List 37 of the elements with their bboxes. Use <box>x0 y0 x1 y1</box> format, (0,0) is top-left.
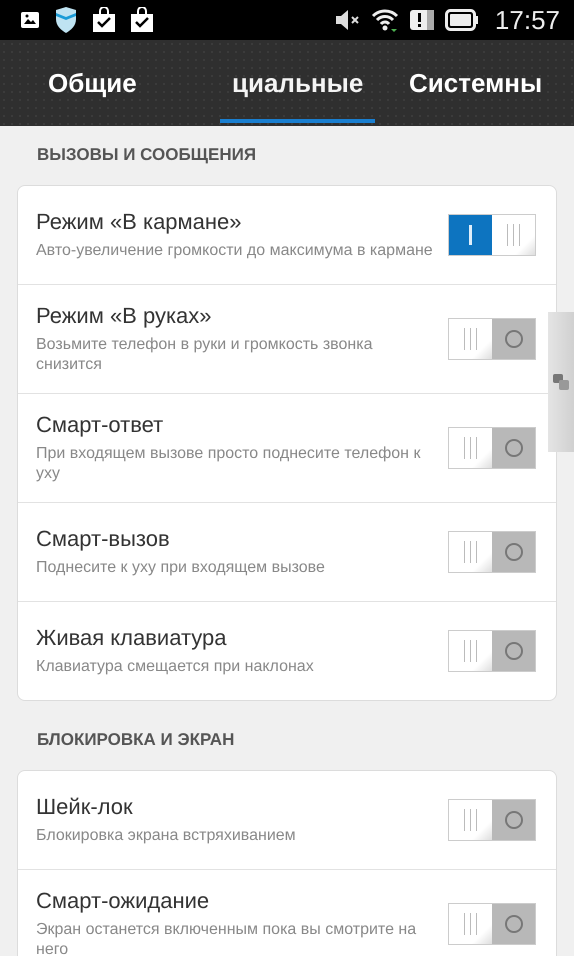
setting-title: Смарт-ответ <box>36 412 164 438</box>
setting-title: Режим «В кармане» <box>36 209 243 235</box>
shield-icon <box>54 7 78 33</box>
setting-description: Авто-увеличение громкости до максимума в кармане <box>36 241 434 261</box>
tab[interactable]: Системны <box>409 68 542 123</box>
setting-title: Режим «В руках» <box>36 303 213 329</box>
mute-icon <box>334 9 361 31</box>
shopping-bag-icon <box>130 7 154 33</box>
battery-icon <box>444 9 479 31</box>
toggle-switch[interactable] <box>448 318 536 360</box>
setting-description: Возьмите телефон в руки и громкость звонка снизится <box>36 335 374 375</box>
section-header: БЛОКИРОВКА И ЭКРАН <box>36 729 236 751</box>
setting-title: Шейк-лок <box>36 794 134 820</box>
image-icon <box>20 11 40 29</box>
toggle-switch[interactable] <box>448 799 536 841</box>
toggle-switch[interactable] <box>448 531 536 573</box>
wifi-icon <box>370 8 399 32</box>
toggle-switch[interactable] <box>448 214 536 256</box>
shopping-bag-icon <box>92 7 116 33</box>
clock-time: 17:57 <box>494 4 560 36</box>
setting-title: Живая клавиатура <box>36 625 228 651</box>
setting-description: При входящем вызове просто поднесите телефон к уху <box>36 444 422 484</box>
squares-icon <box>552 373 570 391</box>
alert-icon <box>408 9 435 31</box>
tab[interactable]: циальные <box>220 68 376 123</box>
side-handle[interactable] <box>548 312 574 452</box>
toggle-switch[interactable] <box>448 630 536 672</box>
setting-description: Поднесите к уху при входящем вызове <box>36 558 326 578</box>
setting-title: Смарт-ожидание <box>36 888 210 914</box>
tab[interactable]: Общие <box>48 68 137 123</box>
setting-title: Смарт-вызов <box>36 526 171 552</box>
setting-description: Клавиатура смещается при наклонах <box>36 657 315 677</box>
toggle-switch[interactable] <box>448 903 536 945</box>
setting-description: Блокировка экрана встряхиванием <box>36 826 297 846</box>
section-header: ВЫЗОВЫ И СООБЩЕНИЯ <box>36 144 258 166</box>
toggle-switch[interactable] <box>448 427 536 469</box>
setting-description: Экран останется включенным пока вы смотрите на него <box>36 920 418 956</box>
